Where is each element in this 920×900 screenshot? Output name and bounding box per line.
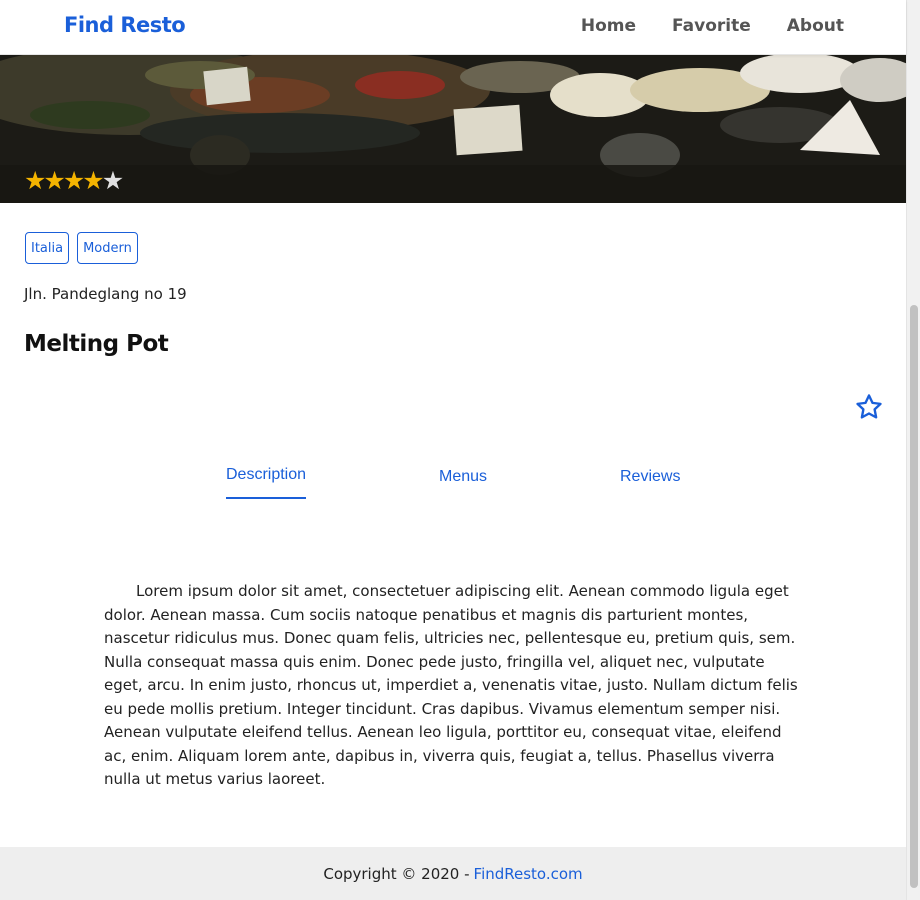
tab-description[interactable]: Description	[226, 466, 307, 499]
star-filled-icon: ★	[43, 166, 65, 195]
footer: Copyright © 2020 - FindResto.com	[0, 847, 906, 900]
category-tags: Italia Modern	[25, 232, 138, 264]
nav-links: Home Favorite About	[581, 16, 844, 36]
restaurant-address: Jln. Pandeglang no 19	[24, 285, 187, 303]
star-outline-icon	[856, 394, 882, 419]
nav-home-link[interactable]: Home	[581, 16, 636, 36]
favorite-button[interactable]	[854, 392, 884, 422]
rating-stars: ★★★★★	[24, 166, 124, 195]
footer-link[interactable]: FindResto.com	[474, 865, 583, 883]
brand-logo[interactable]: Find Resto	[64, 13, 186, 37]
tab-menus[interactable]: Menus	[439, 468, 487, 486]
food-photo	[0, 55, 906, 203]
star-filled-icon: ★	[62, 166, 85, 195]
description-text: Lorem ipsum dolor sit amet, consectetuer…	[104, 582, 798, 788]
category-tag[interactable]: Modern	[77, 232, 138, 264]
category-tag[interactable]: Italia	[25, 232, 70, 264]
nav-about-link[interactable]: About	[787, 16, 844, 36]
tab-reviews[interactable]: Reviews	[620, 468, 680, 486]
restaurant-name: Melting Pot	[24, 331, 169, 357]
restaurant-hero-image	[0, 55, 906, 203]
navbar: Find Resto Home Favorite About	[0, 0, 906, 55]
star-filled-icon: ★	[82, 166, 104, 195]
scrollbar-thumb[interactable]	[910, 305, 918, 888]
copyright-text: Copyright © 2020 -	[323, 864, 470, 883]
star-empty-icon: ★	[101, 166, 124, 195]
scrollbar[interactable]	[906, 0, 920, 900]
detail-tabs: Description Menus Reviews	[0, 460, 906, 500]
nav-favorite-link[interactable]: Favorite	[672, 16, 751, 36]
star-filled-icon: ★	[24, 166, 46, 195]
